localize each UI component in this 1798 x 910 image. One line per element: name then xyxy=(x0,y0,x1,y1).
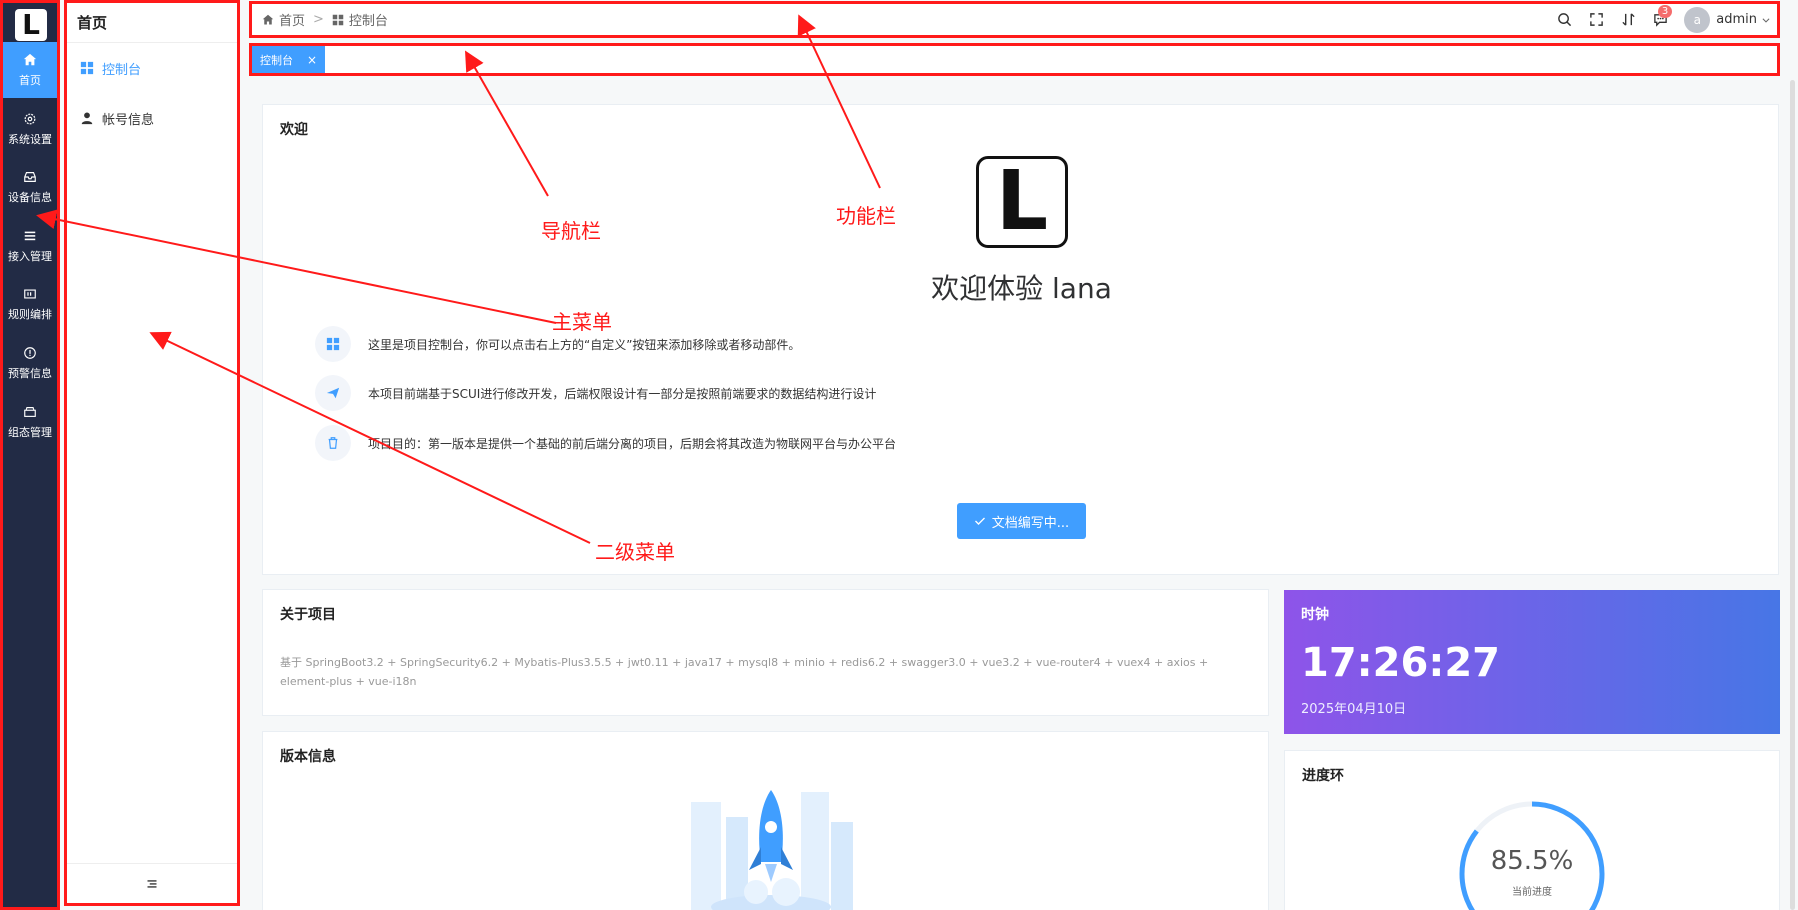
sub-menu-title: 首页 xyxy=(67,3,237,43)
main-menu-label: 组态管理 xyxy=(8,425,52,439)
clock-time: 17:26:27 xyxy=(1301,640,1500,686)
box-icon xyxy=(24,406,36,417)
sub-menu-item-console[interactable]: 控制台 xyxy=(67,43,237,93)
about-card: 关于项目 基于 SpringBoot3.2 + SpringSecurity6.… xyxy=(262,589,1269,716)
welcome-card: 欢迎 L 欢迎体验 lana 这里是项目控制台，你可以点击右上方的“自定义”按钮… xyxy=(262,104,1779,575)
home-icon xyxy=(23,53,37,65)
inbox-icon xyxy=(24,171,36,182)
user-menu[interactable]: a admin xyxy=(1684,6,1771,33)
tip-text: 项目目的：第一版本是提供一个基础的前后端分离的项目，后期会将其改造为物联网平台与… xyxy=(368,436,897,451)
progress-card: 进度环 85.5% 当前进度 xyxy=(1284,750,1780,910)
main-menu-item-settings[interactable]: 系统设置 xyxy=(3,101,57,157)
tab-close-icon[interactable]: × xyxy=(307,53,317,67)
docs-button[interactable]: 文档编写中... xyxy=(957,503,1086,539)
tab-label: 控制台 xyxy=(260,53,293,67)
main-menu-label: 首页 xyxy=(19,73,41,87)
progress-ring: 85.5% 当前进度 xyxy=(1457,799,1607,910)
collapse-button[interactable] xyxy=(67,863,237,903)
annotation-func-label: 功能栏 xyxy=(836,204,896,228)
breadcrumb-item-console: 控制台 xyxy=(348,14,388,29)
grid-icon xyxy=(326,337,340,351)
welcome-heading: 欢迎体验 lana xyxy=(931,272,1112,305)
welcome-logo-letter: L xyxy=(995,154,1049,249)
sub-menu: 首页 控制台 帐号信息 xyxy=(64,0,240,906)
welcome-tip: 本项目前端基于SCUI进行修改开发，后端权限设计有一部分是按照前端要求的数据结构… xyxy=(315,375,876,411)
main-menu-label: 接入管理 xyxy=(8,249,52,263)
sub-menu-item-account[interactable]: 帐号信息 xyxy=(67,93,237,143)
tab-console[interactable]: 控制台 × xyxy=(252,46,326,73)
annotation-nav-label: 导航栏 xyxy=(541,219,601,243)
search-icon xyxy=(1557,13,1571,27)
version-title: 版本信息 xyxy=(280,749,336,765)
tip-icon-circle xyxy=(315,326,351,362)
check-icon xyxy=(974,517,985,525)
scrollbar[interactable] xyxy=(1790,80,1795,910)
message-badge: 3 xyxy=(1657,4,1673,18)
version-card: 版本信息 xyxy=(262,731,1269,910)
main-menu-label: 设备信息 xyxy=(8,190,52,204)
progress-value: 85.5% xyxy=(1490,846,1574,876)
avatar: a xyxy=(1684,6,1711,33)
main-menu-item-warning[interactable]: 预警信息 xyxy=(3,335,57,391)
sub-menu-label: 控制台 xyxy=(102,62,142,78)
tip-text: 这里是项目控制台，你可以点击右上方的“自定义”按钮来添加移除或者移动部件。 xyxy=(368,337,801,352)
chevron-down-icon xyxy=(1762,17,1770,23)
about-title: 关于项目 xyxy=(280,607,336,623)
about-text: 基于 SpringBoot3.2 + SpringSecurity6.2 + M… xyxy=(280,656,1209,688)
main-menu-item-device[interactable]: 设备信息 xyxy=(3,159,57,215)
annotation-main-label: 主菜单 xyxy=(552,310,612,334)
logo-letter: L xyxy=(22,8,40,41)
main-menu-item-access[interactable]: 接入管理 xyxy=(3,218,57,274)
breadcrumb-separator: > xyxy=(313,12,324,27)
fullscreen-icon xyxy=(1589,13,1603,26)
grid-icon xyxy=(80,61,94,75)
trash-icon xyxy=(328,437,338,449)
fullscreen-button[interactable] xyxy=(1580,5,1612,35)
toolbar: 3 a admin xyxy=(1548,4,1777,35)
breadcrumb-item-home[interactable]: 首页 xyxy=(279,10,305,29)
progress-label: 当前进度 xyxy=(1512,887,1552,898)
sort-button[interactable] xyxy=(1612,5,1644,35)
breadcrumb: 首页 > 控制台 xyxy=(252,10,388,29)
rule-icon xyxy=(24,288,36,299)
welcome-title: 欢迎 xyxy=(280,122,308,138)
sub-menu-label: 帐号信息 xyxy=(102,112,155,128)
home-icon xyxy=(262,14,274,24)
gear-icon xyxy=(24,113,36,124)
send-icon xyxy=(326,387,340,399)
rocket-illustration xyxy=(691,790,853,910)
user-name: admin xyxy=(1716,12,1757,27)
main-menu-item-home[interactable]: 首页 xyxy=(3,42,57,98)
main-menu-label: 系统设置 xyxy=(8,132,52,146)
logo: L xyxy=(15,9,47,41)
header-bar: 首页 > 控制台 3 a admin xyxy=(249,1,1780,38)
docs-button-label: 文档编写中... xyxy=(991,515,1070,531)
clock-date: 2025年04月10日 xyxy=(1301,702,1407,717)
grid-icon xyxy=(332,14,344,25)
list-icon xyxy=(24,231,36,240)
tip-icon-circle xyxy=(315,425,351,461)
progress-title: 进度环 xyxy=(1302,768,1344,784)
warning-icon xyxy=(24,346,36,359)
main-menu-label: 预警信息 xyxy=(8,366,52,380)
tabs-bar: 控制台 × xyxy=(249,43,1780,76)
collapse-icon xyxy=(147,879,157,888)
message-button[interactable]: 3 xyxy=(1644,4,1676,35)
main-menu: L 首页 系统设置 设备信息 接入管理 规则编排 预警信息 组态管理 xyxy=(0,0,60,910)
tip-text: 本项目前端基于SCUI进行修改开发，后端权限设计有一部分是按照前端要求的数据结构… xyxy=(368,386,877,401)
clock-card: 时钟 17:26:27 2025年04月10日 xyxy=(1284,590,1780,734)
main-menu-item-config[interactable]: 组态管理 xyxy=(3,394,57,450)
main-menu-item-rules[interactable]: 规则编排 xyxy=(3,276,57,332)
annotation-sub-label: 二级菜单 xyxy=(595,540,675,564)
clock-title: 时钟 xyxy=(1301,607,1329,623)
sort-icon xyxy=(1622,13,1635,26)
user-icon xyxy=(81,112,93,125)
tip-icon-circle xyxy=(315,375,351,411)
search-button[interactable] xyxy=(1548,5,1580,35)
welcome-logo: L xyxy=(976,156,1068,248)
welcome-tip: 项目目的：第一版本是提供一个基础的前后端分离的项目，后期会将其改造为物联网平台与… xyxy=(315,425,896,461)
main-menu-label: 规则编排 xyxy=(8,307,52,321)
